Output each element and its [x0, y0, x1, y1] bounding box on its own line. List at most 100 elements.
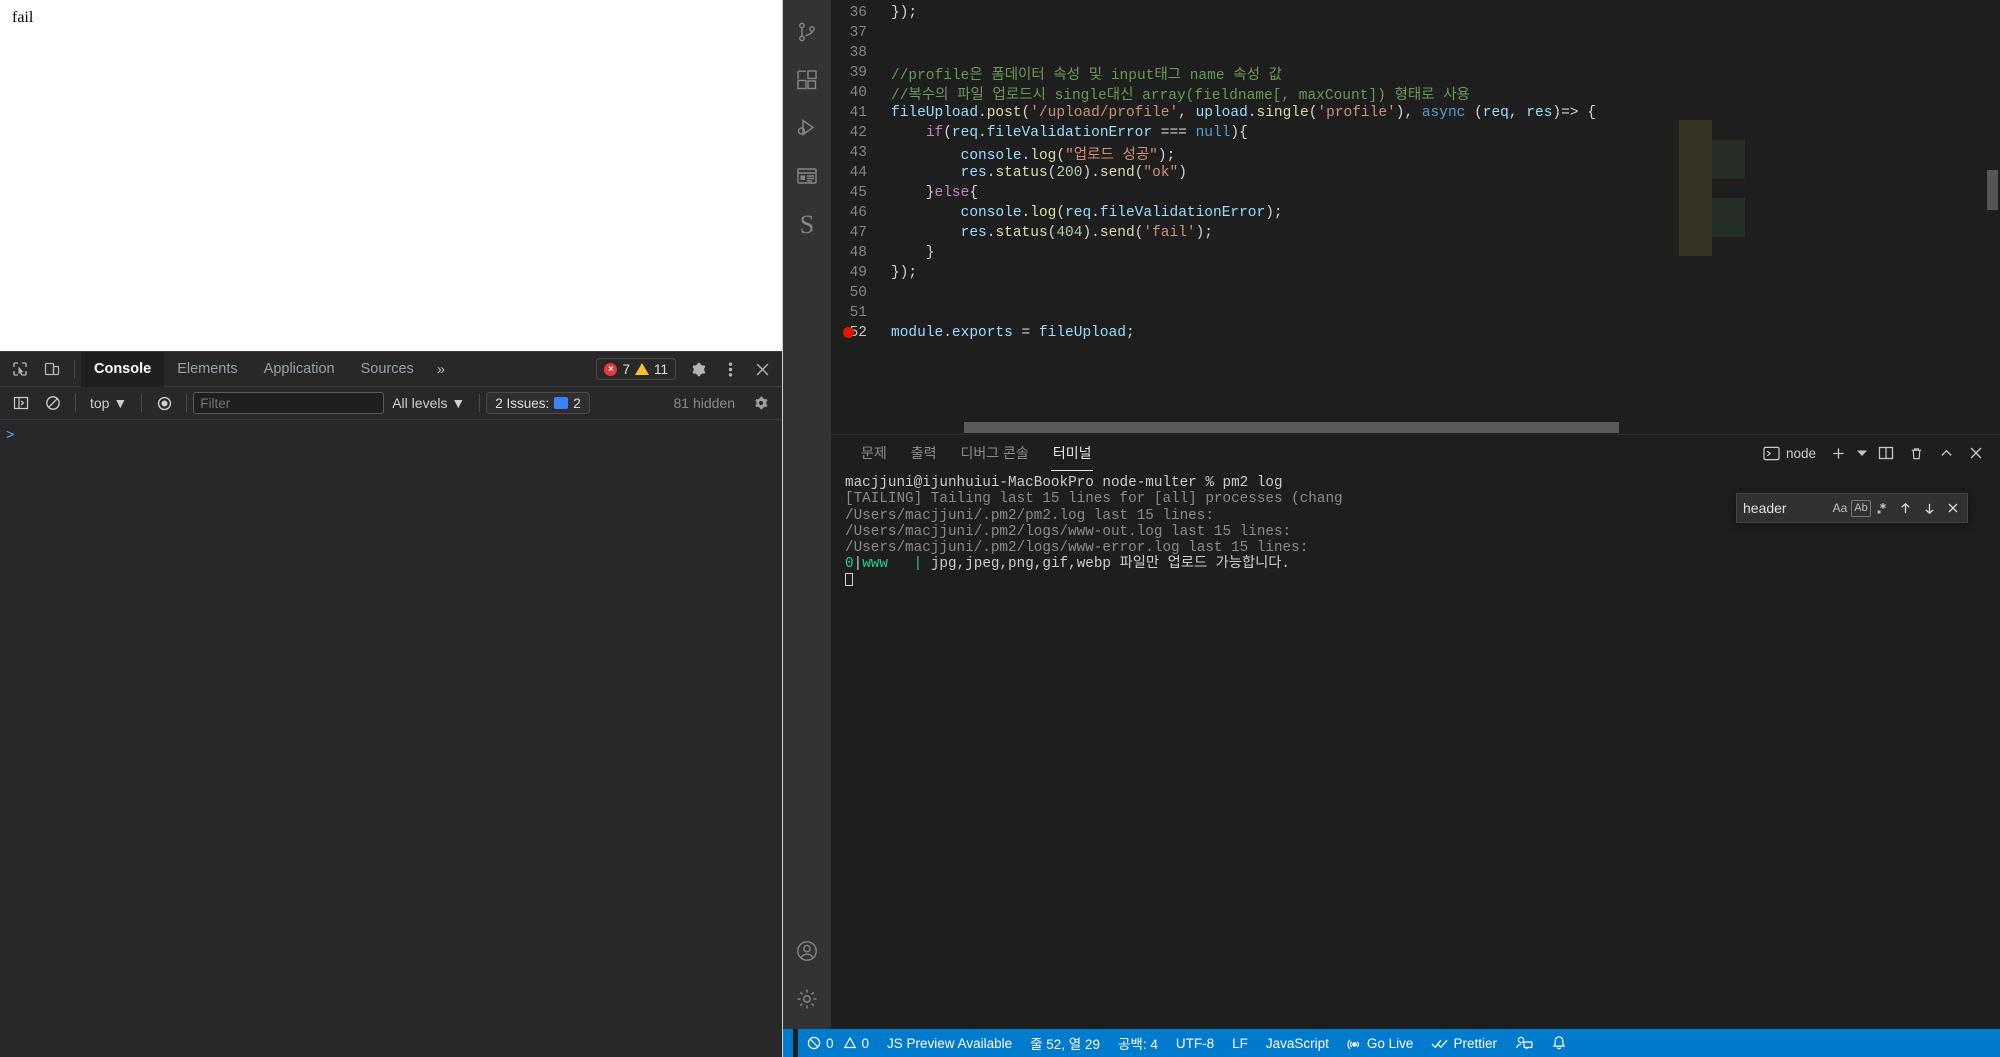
devtools-tab-application[interactable]: Application	[251, 352, 348, 387]
terminal-shell-selector[interactable]: node	[1757, 446, 1822, 461]
editor-line[interactable]: 41 fileUpload.post('/upload/profile', upl…	[831, 103, 2000, 123]
editor-line[interactable]: 50	[831, 283, 2000, 303]
line-number: 41	[849, 105, 867, 121]
devtools-close-icon[interactable]	[748, 356, 776, 382]
statusbar-problems[interactable]: 0 0	[798, 1029, 878, 1057]
statusbar-indentation[interactable]: 공백: 4	[1109, 1029, 1167, 1057]
devtools-more-options-icon[interactable]	[716, 356, 744, 382]
terminal-lines: macjjuni@ijunhuiui-MacBookPro node-multe…	[845, 475, 1986, 573]
editor-horizontal-scrollbar[interactable]	[889, 422, 1984, 434]
console-settings-gear-icon[interactable]	[747, 390, 775, 416]
console-sidebar-icon[interactable]	[7, 390, 35, 416]
statusbar-language-mode[interactable]: JavaScript	[1257, 1029, 1338, 1057]
panel-tab-debug-console[interactable]: 디버그 콘솔	[949, 435, 1041, 471]
code-token: ).	[1082, 165, 1100, 181]
code-token: (	[1021, 105, 1031, 121]
find-previous-icon[interactable]	[1893, 496, 1917, 520]
new-terminal-icon[interactable]	[1824, 439, 1852, 467]
code-token: ;	[1125, 325, 1135, 341]
code-editor[interactable]: 36}); 37 38 39 //profile은 폼데이터 속성 및 input태그 …	[831, 0, 2000, 434]
code-token: .	[943, 325, 952, 341]
editor-hscroll-thumb[interactable]	[964, 422, 1619, 433]
kill-terminal-icon[interactable]	[1902, 439, 1930, 467]
editor-line[interactable]: 51	[831, 303, 2000, 323]
statusbar-notifications-bell-icon[interactable]	[1542, 1029, 1581, 1057]
breakpoint-marker-icon[interactable]	[843, 327, 854, 338]
browser-page-viewport: fail	[0, 0, 782, 351]
find-whole-word-icon[interactable]: Ab	[1851, 499, 1871, 517]
devtools-issue-counts[interactable]: × 7 11	[596, 358, 676, 380]
statusbar-prettier[interactable]: Prettier	[1422, 1029, 1506, 1057]
code-token: fileValidationError	[986, 125, 1153, 141]
statusbar-remote-feedback-icon[interactable]	[1506, 1029, 1542, 1057]
devtools-tab-elements[interactable]: Elements	[164, 352, 250, 387]
editor-line[interactable]: 43 console.log("업로드 성공");	[831, 143, 2000, 164]
close-panel-icon[interactable]	[1962, 439, 1990, 467]
console-issues-button[interactable]: 2 Issues: 2	[486, 392, 590, 414]
editor-line[interactable]: 44 res.status(200).send("ok")	[831, 163, 2000, 183]
warning-icon	[634, 363, 649, 375]
console-prompt-row[interactable]: >	[6, 428, 776, 444]
source-control-icon[interactable]	[783, 8, 831, 56]
code-token: fileUpload	[1038, 325, 1126, 341]
code-token: res	[960, 225, 987, 241]
code-token: ===	[1152, 125, 1196, 141]
terminal-token: |	[853, 556, 863, 573]
app-root: fail Console Elements Application Source…	[0, 0, 2000, 1057]
maximize-panel-icon[interactable]	[1932, 439, 1960, 467]
editor-line[interactable]: 49});	[831, 263, 2000, 283]
editor-line[interactable]: 48 }	[831, 243, 2000, 263]
clear-console-icon[interactable]	[39, 390, 67, 416]
editor-line[interactable]: 37	[831, 23, 2000, 43]
extensions-icon[interactable]	[783, 56, 831, 104]
statusbar-eol[interactable]: LF	[1223, 1029, 1257, 1057]
manage-gear-icon[interactable]	[783, 975, 831, 1023]
split-terminal-icon[interactable]	[1872, 439, 1900, 467]
devtools-tab-sources[interactable]: Sources	[348, 352, 427, 387]
console-context-selector[interactable]: top ▼	[82, 395, 135, 411]
run-and-debug-icon[interactable]	[783, 104, 831, 152]
find-next-icon[interactable]	[1917, 496, 1941, 520]
editor-line[interactable]: 38	[831, 43, 2000, 63]
devtools-settings-gear-icon[interactable]	[684, 356, 712, 382]
code-token: .	[1091, 205, 1100, 221]
statusbar-encoding[interactable]: UTF-8	[1167, 1029, 1223, 1057]
editor-line[interactable]: 47 res.status(404).send('fail');	[831, 223, 2000, 243]
devtools-more-tabs-icon[interactable]: »	[427, 361, 455, 378]
terminal-find-widget[interactable]: Aa Ab	[1736, 493, 1968, 523]
statusbar-js-preview[interactable]: JS Preview Available	[878, 1029, 1021, 1057]
find-close-icon[interactable]	[1941, 496, 1965, 520]
toolbar-divider	[74, 360, 75, 378]
code-token: "ok"	[1143, 165, 1179, 181]
live-expression-eye-icon[interactable]	[150, 390, 178, 416]
device-toolbar-icon[interactable]	[38, 356, 66, 382]
code-token: single	[1256, 105, 1309, 121]
panel-tab-problems[interactable]: 문제	[849, 435, 899, 471]
panel-action-buttons: node	[1757, 439, 2000, 467]
panel-tab-terminal[interactable]: 터미널	[1041, 435, 1104, 471]
terminal-output[interactable]: macjjuni@ijunhuiui-MacBookPro node-multe…	[831, 471, 2000, 1029]
panel-tab-output[interactable]: 출력	[899, 435, 949, 471]
sourcetree-s-icon[interactable]: S	[783, 200, 831, 248]
editor-line[interactable]: 46 console.log(req.fileValidationError);	[831, 203, 2000, 223]
statusbar-cursor-position[interactable]: 줄 52, 열 29	[1021, 1029, 1109, 1057]
console-output-area[interactable]: >	[0, 420, 782, 1057]
inspect-element-icon[interactable]	[6, 356, 34, 382]
editor-line[interactable]: 52 module.exports = fileUpload;	[831, 323, 2000, 343]
line-number: 36	[849, 5, 867, 21]
account-icon[interactable]	[783, 927, 831, 975]
find-regex-icon[interactable]	[1871, 497, 1893, 519]
find-match-case-icon[interactable]: Aa	[1829, 497, 1851, 519]
statusbar-go-live[interactable]: Go Live	[1338, 1029, 1423, 1057]
editor-line[interactable]: 36});	[831, 3, 2000, 23]
console-levels-selector[interactable]: All levels ▼	[384, 395, 473, 411]
editor-line[interactable]: 39 //profile은 폼데이터 속성 및 input태그 name 속성 값	[831, 63, 2000, 84]
editor-line[interactable]: 40 //복수의 파일 업로드시 single대신 array(fieldname…	[831, 83, 2000, 104]
editor-line[interactable]: 42 if(req.fileValidationError === null){	[831, 123, 2000, 143]
terminal-find-input[interactable]	[1737, 496, 1829, 520]
console-filter-input[interactable]	[193, 392, 385, 414]
terminal-profile-dropdown-icon[interactable]	[1854, 439, 1870, 467]
live-preview-icon[interactable]	[783, 152, 831, 200]
editor-line[interactable]: 45 }else{	[831, 183, 2000, 203]
devtools-tab-console[interactable]: Console	[81, 351, 165, 387]
